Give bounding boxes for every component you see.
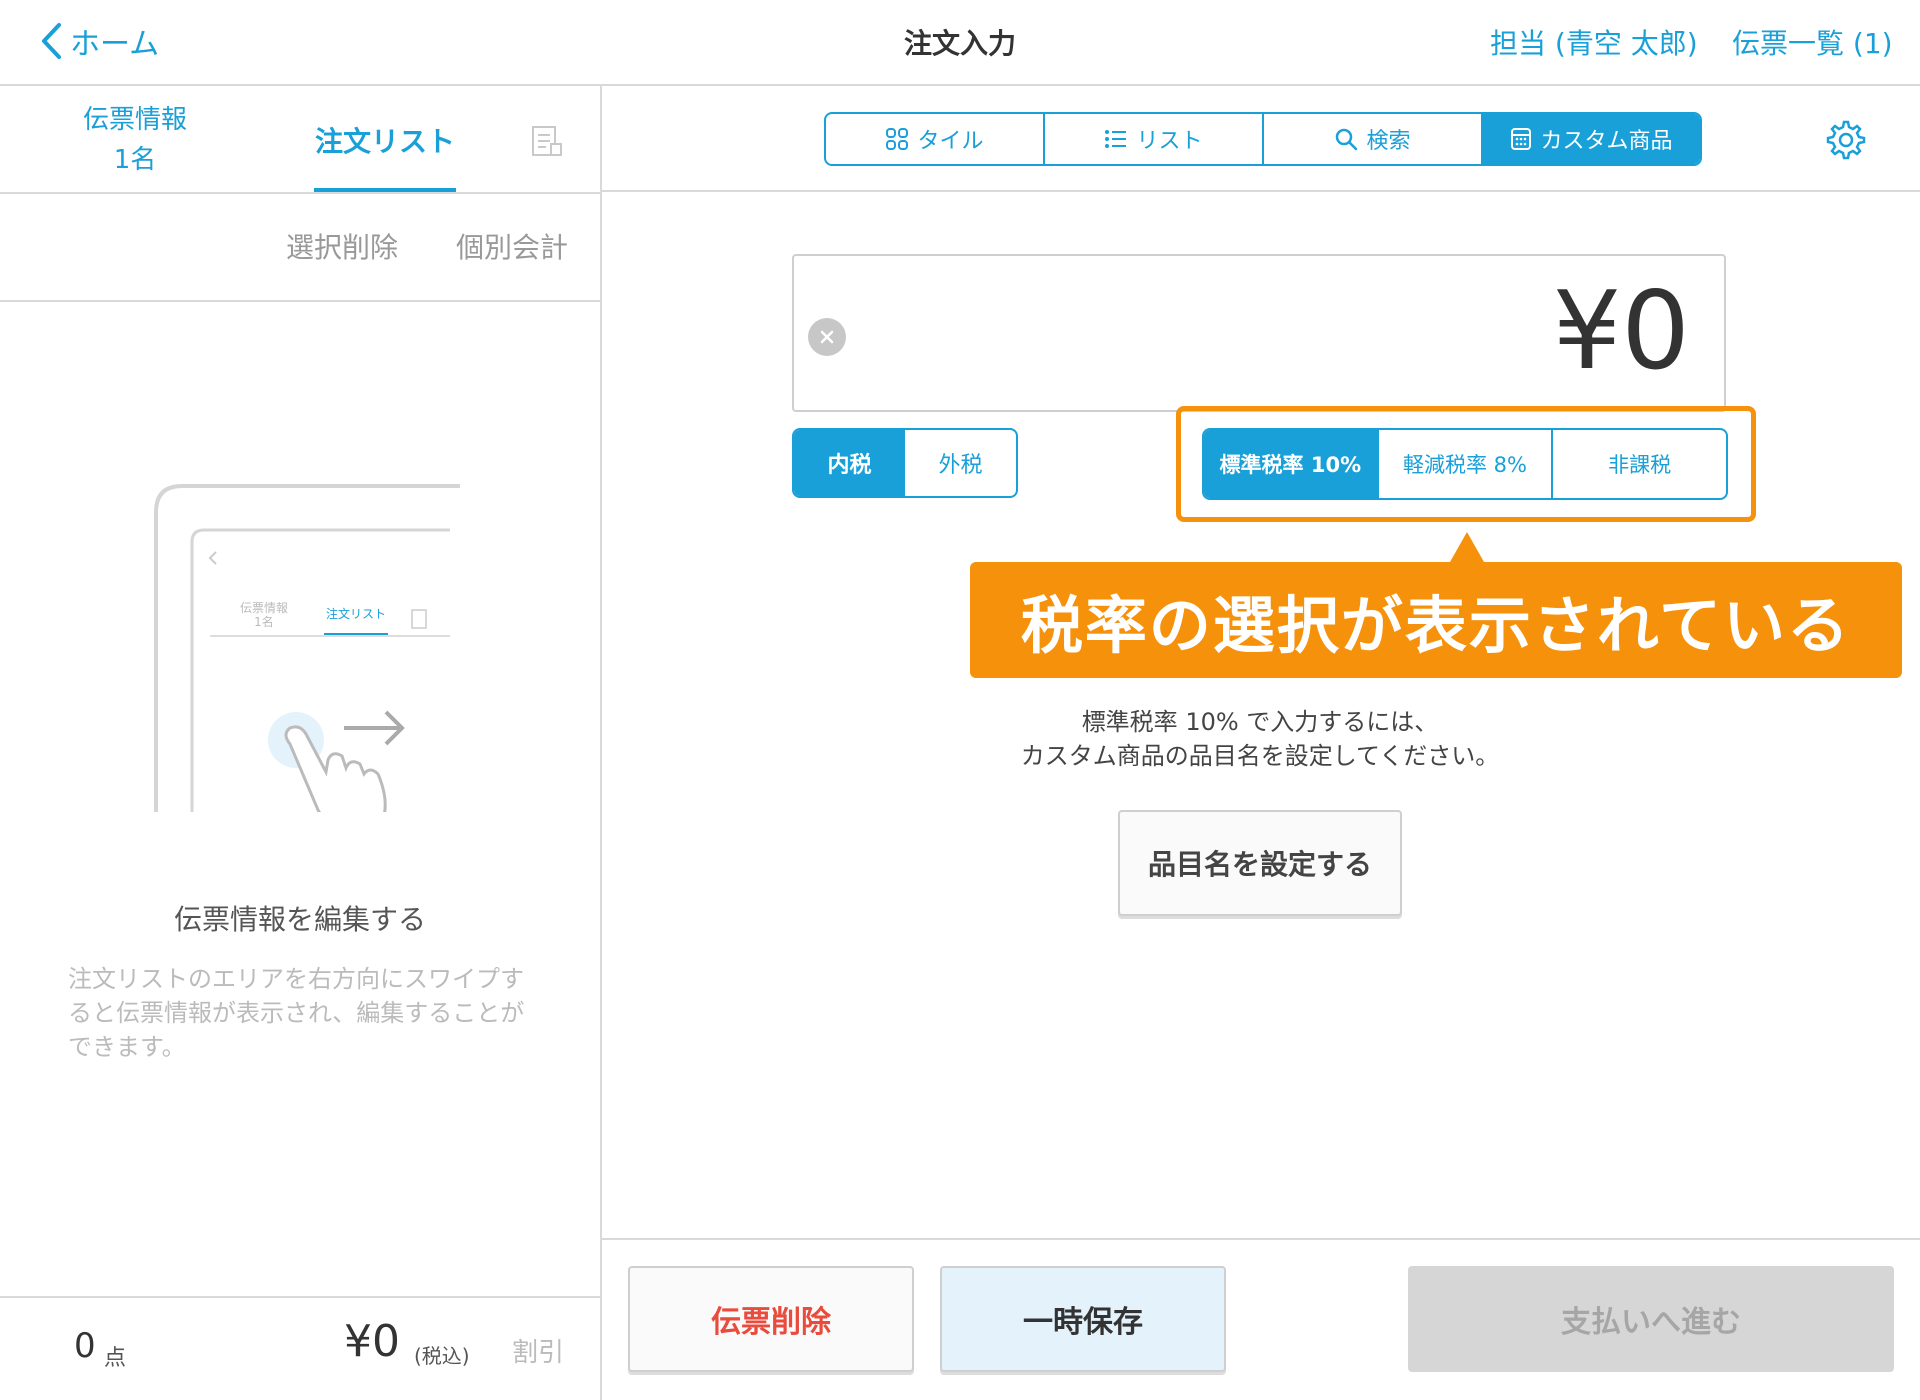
order-total: ¥0 — [344, 1316, 400, 1367]
illustration-tab-info: 伝票情報 — [240, 601, 288, 615]
staff-button[interactable]: 担当 (青空 太郎) — [1490, 22, 1698, 62]
tax-rate-selector: 標準税率 10% 軽減税率 8% 非課税 — [1202, 428, 1728, 500]
tab-list-label: リスト — [1136, 129, 1203, 154]
item-count-unit: 点 — [104, 1346, 127, 1371]
standard-tax-rate-option[interactable]: 標準税率 10% — [1204, 430, 1379, 498]
tab-custom-item-label: カスタム商品 — [1540, 129, 1673, 154]
callout-pointer — [1450, 532, 1484, 562]
annotation-callout: 税率の選択が表示されている — [970, 562, 1902, 678]
divider — [0, 1296, 600, 1298]
amount-value: ¥0 — [1552, 269, 1690, 394]
swipe-hint-illustration: 伝票情報 1名 注文リスト — [154, 484, 460, 812]
tab-tile[interactable]: タイル — [826, 114, 1045, 164]
calculator-icon — [1511, 128, 1532, 150]
split-bill-button[interactable]: 個別会計 — [456, 226, 568, 266]
tax-included-option[interactable]: 内税 — [794, 430, 905, 496]
view-mode-segmented-control: タイル リスト 検索 カスタム商品 — [824, 112, 1702, 166]
tab-list[interactable]: リスト — [1045, 114, 1264, 164]
tab-slip-info-count: 1名 — [113, 145, 157, 175]
divider — [602, 190, 1920, 192]
divider — [0, 192, 600, 194]
illustration-tab-orders: 注文リスト — [326, 606, 386, 621]
divider — [0, 300, 600, 302]
order-list-panel: 伝票情報 1名 注文リスト 選択削除 個別会計 伝票情報 1名 注文リスト 伝票… — [0, 86, 602, 1400]
tab-slip-info-label: 伝票情報 — [82, 105, 187, 135]
set-item-name-button[interactable]: 品目名を設定する — [1118, 810, 1402, 916]
select-delete-button[interactable]: 選択削除 — [286, 226, 398, 266]
close-icon — [820, 330, 834, 344]
hint-title: 伝票情報を編集する — [173, 903, 426, 936]
tab-slip-info[interactable]: 伝票情報 1名 — [60, 100, 210, 180]
tab-search[interactable]: 検索 — [1264, 114, 1483, 164]
clear-amount-button[interactable] — [808, 318, 846, 356]
reduced-tax-rate-option[interactable]: 軽減税率 8% — [1379, 430, 1554, 498]
gear-icon[interactable] — [1824, 118, 1868, 166]
tax-exempt-option[interactable]: 非課税 — [1553, 430, 1726, 498]
tax-inclusion-toggle: 内税 外税 — [792, 428, 1018, 498]
tax-excluded-option[interactable]: 外税 — [905, 430, 1016, 496]
receipt-icon[interactable] — [530, 124, 564, 162]
divider — [602, 1238, 1920, 1240]
slip-list-button[interactable]: 伝票一覧 (1) — [1732, 22, 1893, 62]
item-count: 0 — [74, 1326, 96, 1366]
tab-custom-item[interactable]: カスタム商品 — [1483, 114, 1700, 164]
discount-button[interactable]: 割引 — [512, 1332, 564, 1369]
tile-grid-icon — [886, 128, 909, 150]
illustration-tab-info-count: 1名 — [254, 614, 274, 629]
proceed-to-payment-button[interactable]: 支払いへ進む — [1408, 1266, 1894, 1372]
hint-body: 注文リストのエリアを右方向にスワイプすると伝票情報が表示され、編集することができ… — [68, 965, 525, 1061]
search-icon — [1336, 128, 1358, 151]
tab-order-list[interactable]: 注文リスト — [314, 120, 456, 160]
tab-tile-label: タイル — [917, 129, 984, 154]
instruction-line-2: カスタム商品の品目名を設定してください。 — [1020, 742, 1500, 770]
hold-button[interactable]: 一時保存 — [940, 1266, 1226, 1372]
list-icon — [1105, 130, 1127, 148]
tab-search-label: 検索 — [1366, 129, 1411, 154]
delete-slip-button[interactable]: 伝票削除 — [628, 1266, 914, 1372]
instruction-line-1: 標準税率 10% で入力するには、 — [1081, 708, 1439, 736]
order-total-tax-label: (税込) — [414, 1344, 470, 1368]
